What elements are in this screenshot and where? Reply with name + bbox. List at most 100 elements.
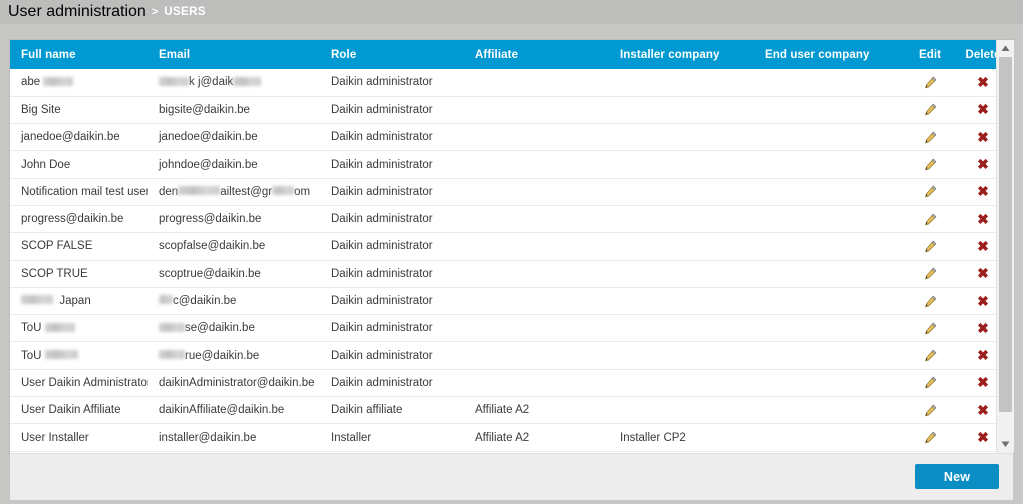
table-row[interactable]: ToU se@daikin.be Daikin administrator ✖: [10, 314, 1010, 343]
column-header-email[interactable]: Email: [148, 40, 320, 69]
delete-cross-icon[interactable]: ✖: [977, 102, 989, 116]
edit-pencil-icon[interactable]: [919, 72, 941, 92]
column-header-end-user-company[interactable]: End user company: [754, 40, 904, 69]
cell-full-name: John Doe: [10, 150, 148, 179]
edit-pencil-icon[interactable]: [919, 209, 941, 229]
edit-pencil-icon[interactable]: [919, 127, 941, 147]
cell-end-user-company: [754, 260, 904, 288]
users-table: Full name Email Role Affiliate Installer…: [10, 40, 1010, 452]
cell-role: Daikin administrator: [320, 369, 464, 398]
cell-role: Daikin administrator: [320, 260, 464, 288]
redacted-text: [178, 186, 221, 196]
cell-end-user-company: [754, 314, 904, 343]
cell-installer-company: [609, 341, 754, 370]
delete-cross-icon[interactable]: ✖: [977, 321, 989, 335]
cell-role: Daikin administrator: [320, 341, 464, 370]
cell-end-user-company: [754, 69, 904, 97]
scrollbar-up-arrow-icon[interactable]: [996, 40, 1014, 57]
scrollbar-thumb[interactable]: [998, 57, 1012, 412]
cell-email: installer@daikin.be: [148, 423, 320, 452]
table-row[interactable]: User Daikin Administrator daikinAdministr…: [10, 369, 1010, 398]
edit-pencil-icon[interactable]: [919, 291, 941, 311]
column-header-edit: Edit: [904, 40, 956, 69]
table-row[interactable]: John Doe johndoe@daikin.be Daikin administ…: [10, 150, 1010, 179]
edit-pencil-icon[interactable]: [919, 100, 941, 120]
cell-installer-company: Installer CP2: [609, 423, 754, 452]
cell-installer-company: [609, 96, 754, 125]
table-vertical-scrollbar[interactable]: [996, 40, 1014, 453]
cell-affiliate: [464, 178, 609, 206]
column-header-affiliate[interactable]: Affiliate: [464, 40, 609, 69]
cell-affiliate: [464, 287, 609, 316]
breadcrumb-separator-icon: >: [151, 6, 159, 18]
cell-role: Daikin administrator: [320, 178, 464, 206]
table-row[interactable]: Japan c@daikin.be Daikin administrator ✖: [10, 287, 1010, 316]
delete-cross-icon[interactable]: ✖: [977, 403, 989, 417]
cell-affiliate: [464, 205, 609, 234]
column-header-installer-company[interactable]: Installer company: [609, 40, 754, 69]
table-row[interactable]: Big Site bigsite@daikin.be Daikin administ…: [10, 96, 1010, 125]
cell-edit: [904, 396, 956, 425]
edit-pencil-icon[interactable]: [919, 182, 941, 202]
edit-pencil-icon[interactable]: [919, 428, 941, 448]
delete-cross-icon[interactable]: ✖: [977, 375, 989, 389]
cell-end-user-company: [754, 341, 904, 370]
breadcrumb-root-link[interactable]: User administration: [8, 3, 146, 21]
cell-edit: [904, 205, 956, 234]
scrollbar-down-arrow-icon[interactable]: [996, 436, 1014, 453]
cell-installer-company: [609, 314, 754, 343]
cell-role: Daikin affiliate: [320, 396, 464, 425]
table-row[interactable]: User Daikin Affiliate daikinAffiliate@dai…: [10, 396, 1010, 425]
delete-cross-icon[interactable]: ✖: [977, 212, 989, 226]
cell-affiliate: [464, 341, 609, 370]
delete-cross-icon[interactable]: ✖: [977, 430, 989, 444]
cell-email: scopfalse@daikin.be: [148, 232, 320, 261]
cell-edit: [904, 341, 956, 370]
table-row[interactable]: SCOP TRUE scoptrue@daikin.be Daikin admini…: [10, 260, 1010, 288]
cell-end-user-company: [754, 287, 904, 316]
cell-role: Daikin administrator: [320, 150, 464, 179]
table-row[interactable]: SCOP FALSE scopfalse@daikin.be Daikin admi…: [10, 232, 1010, 261]
edit-pencil-icon[interactable]: [919, 155, 941, 175]
cell-end-user-company: [754, 423, 904, 452]
delete-cross-icon[interactable]: ✖: [977, 75, 989, 89]
table-row[interactable]: User Installer installer@daikin.be Install…: [10, 423, 1010, 452]
page-body: Full name Email Role Affiliate Installer…: [0, 24, 1023, 504]
new-user-button[interactable]: New: [915, 464, 999, 489]
cell-full-name: User Installer: [10, 423, 148, 452]
cell-email: progress@daikin.be: [148, 205, 320, 234]
cell-end-user-company: [754, 369, 904, 398]
cell-edit: [904, 314, 956, 343]
delete-cross-icon[interactable]: ✖: [977, 130, 989, 144]
table-row[interactable]: progress@daikin.be progress@daikin.be Daik…: [10, 205, 1010, 234]
edit-pencil-icon[interactable]: [919, 236, 941, 256]
table-row[interactable]: ToU rue@daikin.be Daikin administrator ✖: [10, 341, 1010, 370]
cell-role: Daikin administrator: [320, 314, 464, 343]
column-header-full-name[interactable]: Full name: [10, 40, 148, 69]
edit-pencil-icon[interactable]: [919, 318, 941, 338]
delete-cross-icon[interactable]: ✖: [977, 348, 989, 362]
table-row[interactable]: Notification mail test user den ailtest@gr…: [10, 178, 1010, 206]
cell-role: Daikin administrator: [320, 123, 464, 152]
edit-pencil-icon[interactable]: [919, 373, 941, 393]
cell-email: se@daikin.be: [148, 314, 320, 343]
redacted-text: [233, 76, 262, 86]
redacted-text: [43, 76, 74, 86]
edit-pencil-icon[interactable]: [919, 264, 941, 284]
cell-role: Installer: [320, 423, 464, 452]
cell-affiliate: [464, 232, 609, 261]
delete-cross-icon[interactable]: ✖: [977, 157, 989, 171]
scrollbar-track[interactable]: [996, 57, 1014, 436]
cell-edit: [904, 232, 956, 261]
delete-cross-icon[interactable]: ✖: [977, 266, 989, 280]
edit-pencil-icon[interactable]: [919, 400, 941, 420]
delete-cross-icon[interactable]: ✖: [977, 294, 989, 308]
edit-pencil-icon[interactable]: [919, 346, 941, 366]
delete-cross-icon[interactable]: ✖: [977, 239, 989, 253]
redacted-text: [159, 322, 185, 332]
table-row[interactable]: janedoe@daikin.be janedoe@daikin.be Daikin…: [10, 123, 1010, 152]
delete-cross-icon[interactable]: ✖: [977, 184, 989, 198]
table-row[interactable]: abe k j@daik Daikin administrator ✖: [10, 69, 1010, 97]
column-header-role[interactable]: Role: [320, 40, 464, 69]
redacted-text: [159, 350, 185, 360]
